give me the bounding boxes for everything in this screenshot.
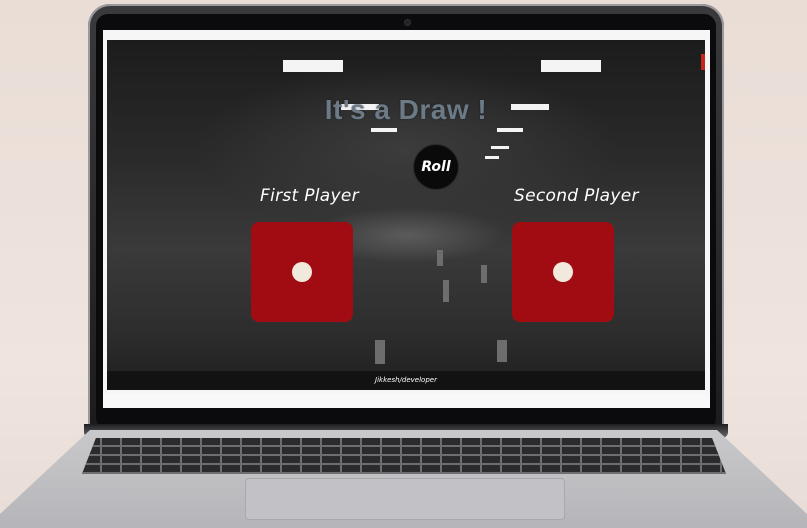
ceiling-light: [491, 146, 509, 149]
ceiling-light: [283, 60, 343, 72]
first-player-label: First Player: [260, 186, 359, 206]
first-player-die: [251, 222, 353, 322]
floor-marking: [437, 250, 443, 266]
footer: Jikkesh/developer: [107, 371, 705, 390]
result-heading: It's a Draw !: [324, 94, 488, 125]
die-pip: [553, 262, 573, 282]
second-player-die: [512, 222, 614, 322]
trackpad: [245, 478, 565, 520]
roll-button[interactable]: Roll: [413, 144, 459, 190]
laptop-screen: It's a Draw ! Roll First Player Second P…: [103, 30, 710, 408]
keyboard: [82, 438, 726, 474]
floor-marking: [497, 340, 507, 362]
ceiling-light: [541, 60, 601, 72]
floor-marking: [443, 280, 449, 302]
dice-game-app: It's a Draw ! Roll First Player Second P…: [107, 40, 705, 390]
floor-marking: [481, 265, 487, 283]
floor-marking: [375, 340, 385, 364]
ceiling-light: [497, 128, 523, 132]
second-player-label: Second Player: [514, 186, 639, 206]
die-pip: [292, 262, 312, 282]
screen-bottom-strip: [103, 394, 710, 408]
corner-tab: [701, 54, 705, 70]
ceiling-light: [371, 128, 397, 132]
camera-icon: [404, 19, 411, 26]
ceiling-light: [485, 156, 499, 159]
